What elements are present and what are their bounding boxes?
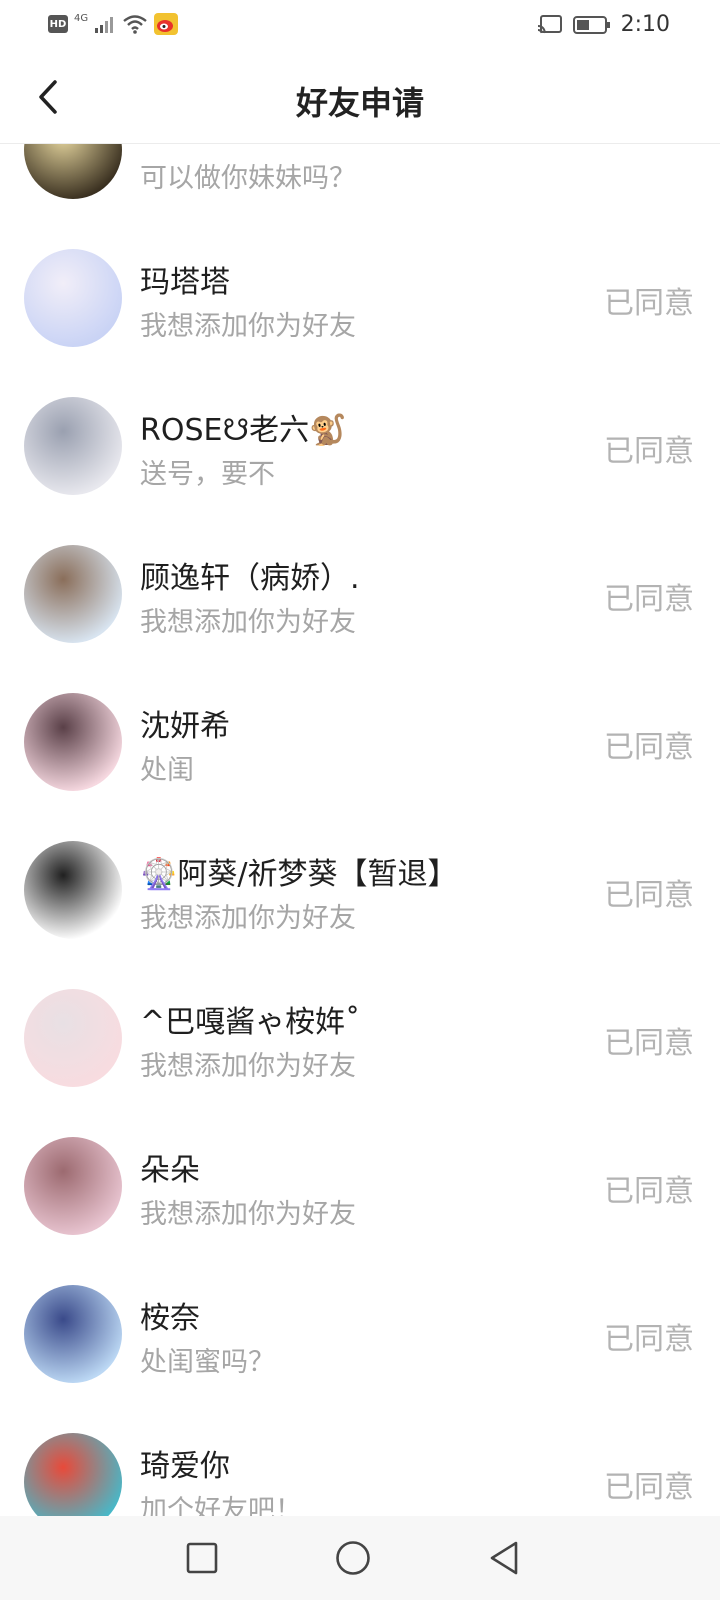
request-name: 顾逸轩（病娇）. bbox=[140, 561, 360, 596]
friend-request-row[interactable]: 玛塔塔我想添加你为好友 已同意 bbox=[0, 224, 720, 372]
avatar[interactable] bbox=[24, 989, 122, 1087]
status-label: 已同意 bbox=[604, 878, 694, 913]
home-button[interactable] bbox=[329, 1534, 377, 1582]
request-message: 加个好友吧！ bbox=[140, 1495, 302, 1516]
navigation-bar bbox=[0, 1516, 720, 1600]
status-label: 已同意 bbox=[604, 1174, 694, 1209]
status-label: 已同意 bbox=[604, 1322, 694, 1357]
request-message: 我想添加你为好友 bbox=[140, 311, 356, 342]
request-message: 可以做你妹妹吗？ bbox=[140, 163, 356, 194]
weibo-icon bbox=[154, 13, 179, 35]
request-message: 我想添加你为好友 bbox=[140, 1199, 356, 1230]
friend-request-row[interactable]: 桉奈处闺蜜吗？ 已同意 bbox=[0, 1260, 720, 1408]
home-icon bbox=[336, 1541, 370, 1575]
friend-request-row[interactable]: 🎡阿葵/祈梦葵【暂退】我想添加你为好友 已同意 bbox=[0, 816, 720, 964]
status-label: 已同意 bbox=[604, 1470, 694, 1505]
friend-request-list[interactable]: 可以做你妹妹吗？ 玛塔塔 我想添加你为好友 已同意 ROSE☋老六🐒 送号，要不 已同意 顾逸… bbox=[0, 144, 720, 1516]
friend-request-row[interactable]: 琦爱你加个好友吧！ 已同意 bbox=[0, 1408, 720, 1516]
avatar[interactable] bbox=[24, 1433, 122, 1516]
request-message: 我想添加你为好友 bbox=[140, 607, 356, 638]
signal-icon bbox=[95, 17, 114, 33]
friend-request-row[interactable]: 朵朵我想添加你为好友 已同意 bbox=[0, 1112, 720, 1260]
network-label: 4G bbox=[74, 12, 89, 24]
status-right: 2:10 bbox=[537, 12, 670, 37]
request-name: ROSE☋老六🐒 bbox=[140, 413, 347, 448]
status-label: 已同意 bbox=[604, 434, 694, 469]
request-name: ^巴嘎酱ゃ桉姩˚ bbox=[140, 1005, 361, 1040]
request-name: 沈妍希 bbox=[140, 709, 230, 744]
avatar[interactable] bbox=[24, 693, 122, 791]
friend-request-row[interactable]: 沈妍希处闺 已同意 bbox=[0, 668, 720, 816]
avatar[interactable] bbox=[24, 545, 122, 643]
friend-request-row[interactable]: ^巴嘎酱ゃ桉姩˚ 我想添加你为好友 已同意 bbox=[0, 964, 720, 1112]
avatar[interactable] bbox=[24, 1285, 122, 1383]
request-name: 琦爱你 bbox=[140, 1449, 230, 1484]
status-label: 已同意 bbox=[604, 582, 694, 617]
recent-apps-icon bbox=[186, 1542, 218, 1574]
battery-icon bbox=[572, 15, 610, 34]
status-bar: HD 4G 2:10 bbox=[0, 0, 720, 50]
friend-request-row[interactable]: 可以做你妹妹吗？ bbox=[0, 144, 720, 224]
request-name: 朵朵 bbox=[140, 1153, 200, 1188]
back-triangle-icon bbox=[490, 1541, 518, 1575]
status-time: 2:10 bbox=[620, 12, 670, 37]
page-title: 好友申请 bbox=[295, 84, 424, 122]
wifi-icon bbox=[123, 15, 147, 34]
hd-badge: HD bbox=[48, 15, 68, 33]
screen: HD 4G 2:10 好友申请 可以做你妹妹吗？ 玛塔塔 我想添加你为好友 已同… bbox=[0, 0, 720, 1600]
avatar[interactable] bbox=[24, 841, 122, 939]
avatar[interactable] bbox=[24, 397, 122, 495]
request-name: 🎡阿葵/祈梦葵【暂退】 bbox=[140, 857, 458, 892]
friend-request-row[interactable]: 顾逸轩（病娇）. 我想添加你为好友 已同意 bbox=[0, 520, 720, 668]
avatar[interactable] bbox=[24, 1137, 122, 1235]
nav-back-button[interactable] bbox=[480, 1534, 528, 1582]
avatar[interactable] bbox=[24, 249, 122, 347]
request-message: 处闺 bbox=[140, 755, 194, 786]
avatar[interactable] bbox=[24, 144, 122, 199]
status-label: 已同意 bbox=[604, 1026, 694, 1061]
request-message: 处闺蜜吗？ bbox=[140, 1347, 275, 1378]
status-left: HD 4G bbox=[48, 12, 179, 35]
friend-request-list-inner: 可以做你妹妹吗？ 玛塔塔 我想添加你为好友 已同意 ROSE☋老六🐒 送号，要不 已同意 顾逸… bbox=[0, 144, 720, 1516]
request-message: 我想添加你为好友 bbox=[140, 1051, 356, 1082]
request-name: 玛塔塔 bbox=[140, 265, 230, 300]
status-label: 已同意 bbox=[604, 730, 694, 765]
request-name: 桉奈 bbox=[140, 1301, 200, 1336]
request-message: 送号，要不 bbox=[140, 459, 275, 490]
recent-apps-button[interactable] bbox=[178, 1534, 226, 1582]
friend-request-row[interactable]: ROSE☋老六🐒 送号，要不 已同意 bbox=[0, 372, 720, 520]
request-message: 我想添加你为好友 bbox=[140, 903, 356, 934]
header: 好友申请 bbox=[0, 50, 720, 144]
status-label: 已同意 bbox=[604, 286, 694, 321]
cast-icon bbox=[537, 14, 562, 33]
